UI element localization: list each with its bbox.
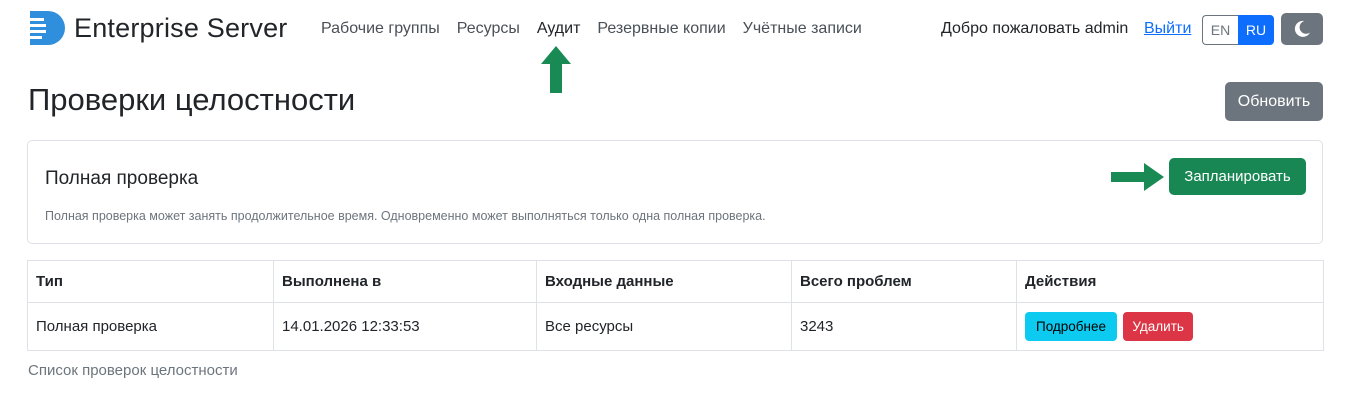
main-nav: Рабочие группы Ресурсы Аудит Резервные к… [321,20,879,38]
integrity-checks-table: Тип Выполнена в Входные данные Всего про… [27,260,1324,351]
card-description: Полная проверка может занять продолжител… [45,209,766,223]
card-title: Полная проверка [45,168,199,189]
cell-input: Все ресурсы [536,302,792,351]
logout-link[interactable]: Выйти [1144,20,1191,38]
cell-total-problems: 3243 [791,302,1017,351]
delete-button[interactable]: Удалить [1123,312,1194,341]
schedule-button[interactable]: Запланировать [1169,158,1306,195]
nav-item-backups[interactable]: Резервные копии [597,20,725,38]
column-header-total-problems: Всего проблем [791,260,1017,303]
cell-executed-at: 14.01.2026 12:33:53 [273,302,537,351]
table-header-row: Тип Выполнена в Входные данные Всего про… [27,260,1324,303]
cell-type: Полная проверка [27,302,274,351]
column-header-executed-at: Выполнена в [273,260,537,303]
top-navbar: Enterprise Server Рабочие группы Ресурсы… [0,0,1355,60]
language-en-button[interactable]: EN [1202,15,1238,45]
nav-item-resources[interactable]: Ресурсы [457,20,520,38]
column-header-type: Тип [27,260,274,303]
annotation-arrow-up-icon [541,46,571,93]
moon-icon [1294,20,1310,37]
welcome-text: Добро пожаловать admin [941,20,1129,37]
database-logo-icon [30,11,65,45]
refresh-button[interactable]: Обновить [1225,82,1323,121]
brand[interactable]: Enterprise Server [28,8,287,48]
app-title: Enterprise Server [74,12,288,43]
column-header-actions: Действия [1016,260,1324,303]
language-ru-button[interactable]: RU [1238,15,1274,45]
language-switcher: EN RU [1202,15,1274,45]
full-check-card: Полная проверка Полная проверка может за… [27,140,1323,244]
cell-actions: Подробнее Удалить [1016,302,1324,351]
theme-toggle-button[interactable] [1281,13,1323,45]
nav-item-accounts[interactable]: Учётные записи [743,20,862,38]
details-button[interactable]: Подробнее [1025,312,1117,341]
table-caption: Список проверок целостности [28,362,238,379]
table-row: Полная проверка 14.01.2026 12:33:53 Все … [27,302,1324,351]
column-header-input: Входные данные [536,260,792,303]
nav-item-audit[interactable]: Аудит [537,20,581,38]
page-title: Проверки целостности [28,82,356,117]
nav-item-workgroups[interactable]: Рабочие группы [321,20,440,38]
